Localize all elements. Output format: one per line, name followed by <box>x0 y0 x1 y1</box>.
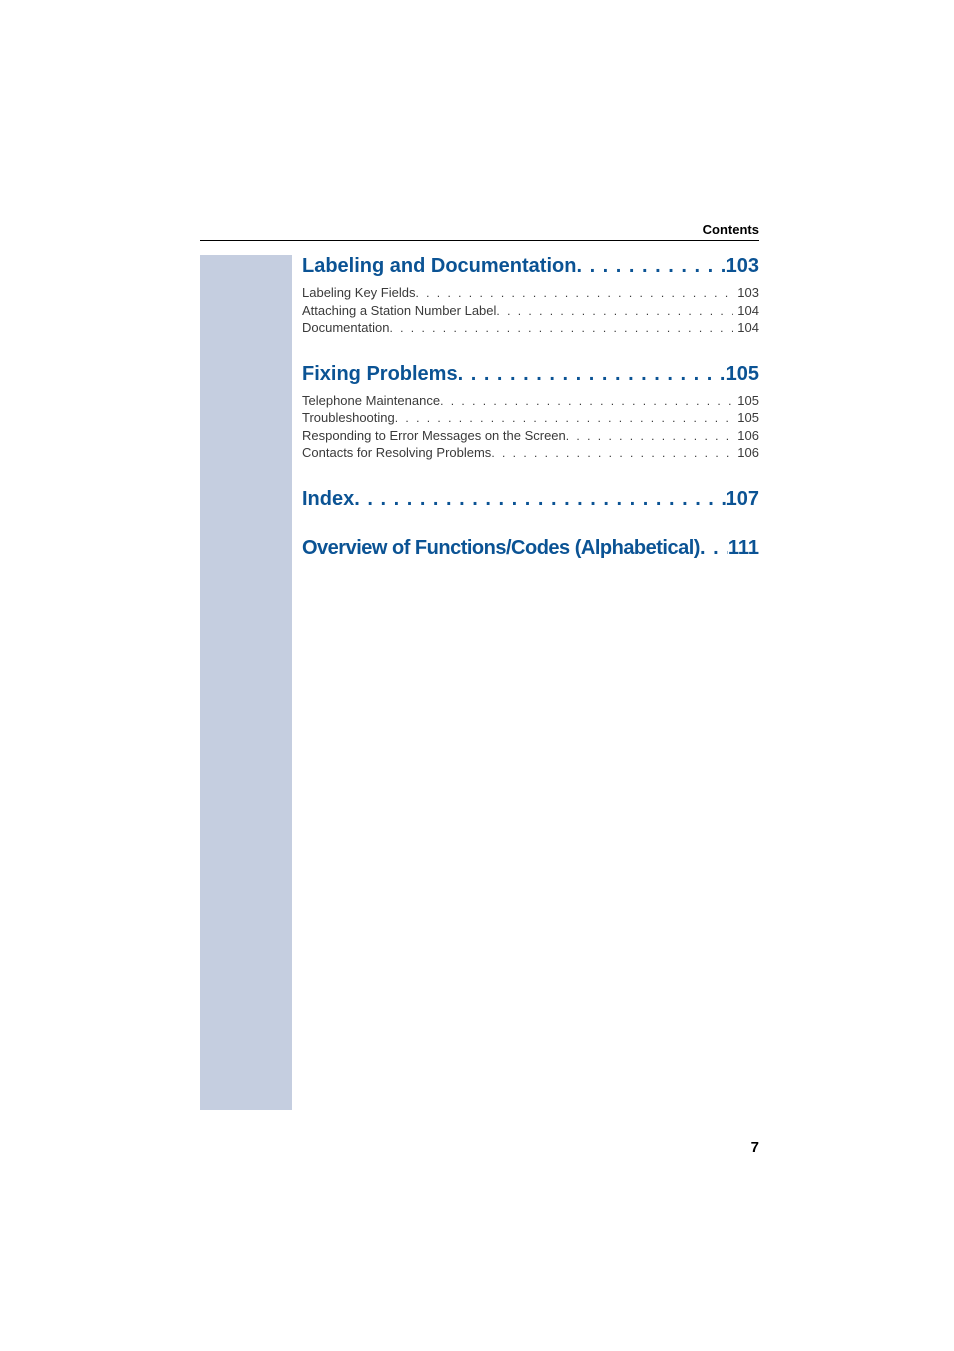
toc-entry-row[interactable]: Contacts for Resolving Problems . . . . … <box>302 444 759 462</box>
toc-section: Fixing Problems . . . . . . . . . . . . … <box>302 363 759 462</box>
toc-entry-title: Troubleshooting <box>302 409 395 427</box>
sidebar-block <box>200 255 292 1110</box>
toc-entry-title: Documentation <box>302 319 389 337</box>
toc-heading-row[interactable]: Index . . . . . . . . . . . . . . . . . … <box>302 488 759 511</box>
toc-entry-leader: . . . . . . . . . . . . . . . . . . . . … <box>389 320 733 336</box>
toc-heading-page: 103 <box>726 255 759 278</box>
toc-content: Labeling and Documentation . . . . . . .… <box>302 255 759 586</box>
header-contents-label: Contents <box>703 222 759 237</box>
header-rule <box>200 240 759 241</box>
toc-entry-leader: . . . . . . . . . . . . . . . . . . . . … <box>491 445 733 461</box>
toc-entry-row[interactable]: Responding to Error Messages on the Scre… <box>302 427 759 445</box>
toc-heading-title: Index <box>302 488 354 511</box>
toc-entry-page: 106 <box>733 444 759 462</box>
toc-entry-page: 106 <box>733 427 759 445</box>
toc-entry-leader: . . . . . . . . . . . . . . . . . . . . … <box>566 428 734 444</box>
toc-entry-row[interactable]: Telephone Maintenance . . . . . . . . . … <box>302 392 759 410</box>
toc-heading-page: 107 <box>726 488 759 511</box>
toc-entry-leader: . . . . . . . . . . . . . . . . . . . . … <box>415 285 733 301</box>
toc-heading-page: 105 <box>726 363 759 386</box>
toc-heading-title: Labeling and Documentation <box>302 255 576 278</box>
toc-heading-title: Overview of Functions/Codes (Alphabetica… <box>302 537 700 560</box>
toc-heading-row[interactable]: Fixing Problems . . . . . . . . . . . . … <box>302 363 759 386</box>
toc-section: Overview of Functions/Codes (Alphabetica… <box>302 537 759 560</box>
toc-entry-title: Responding to Error Messages on the Scre… <box>302 427 566 445</box>
toc-heading-leader: . . . . . . . . . . . . . . . . . . . . … <box>458 363 726 386</box>
toc-entry-row[interactable]: Labeling Key Fields . . . . . . . . . . … <box>302 284 759 302</box>
toc-entry-row[interactable]: Attaching a Station Number Label . . . .… <box>302 302 759 320</box>
toc-entry-title: Labeling Key Fields <box>302 284 415 302</box>
toc-section: Labeling and Documentation . . . . . . .… <box>302 255 759 337</box>
toc-heading-leader: . . . . . . . . . . . . . . . . . . . . … <box>576 255 725 278</box>
toc-entry-row[interactable]: Troubleshooting . . . . . . . . . . . . … <box>302 409 759 427</box>
toc-entry-page: 104 <box>733 302 759 320</box>
page-number: 7 <box>751 1139 759 1156</box>
toc-entry-title: Telephone Maintenance <box>302 392 440 410</box>
toc-heading-leader: . . . . . . . . . . . . . . . . . . . . … <box>700 537 728 560</box>
toc-heading-row[interactable]: Labeling and Documentation . . . . . . .… <box>302 255 759 278</box>
toc-entry-title: Contacts for Resolving Problems <box>302 444 491 462</box>
toc-entry-leader: . . . . . . . . . . . . . . . . . . . . … <box>440 393 733 409</box>
toc-entry-page: 103 <box>733 284 759 302</box>
toc-heading-leader: . . . . . . . . . . . . . . . . . . . . … <box>354 488 725 511</box>
toc-heading-page: 111 <box>728 537 759 560</box>
toc-entry-page: 104 <box>733 319 759 337</box>
toc-entry-leader: . . . . . . . . . . . . . . . . . . . . … <box>496 303 733 319</box>
toc-entry-row[interactable]: Documentation . . . . . . . . . . . . . … <box>302 319 759 337</box>
toc-heading-row[interactable]: Overview of Functions/Codes (Alphabetica… <box>302 537 759 560</box>
toc-heading-title: Fixing Problems <box>302 363 458 386</box>
toc-entry-title: Attaching a Station Number Label <box>302 302 496 320</box>
toc-entry-leader: . . . . . . . . . . . . . . . . . . . . … <box>395 410 734 426</box>
document-page: Contents Labeling and Documentation . . … <box>0 0 954 1351</box>
toc-entry-page: 105 <box>733 409 759 427</box>
toc-entry-page: 105 <box>733 392 759 410</box>
toc-section: Index . . . . . . . . . . . . . . . . . … <box>302 488 759 511</box>
